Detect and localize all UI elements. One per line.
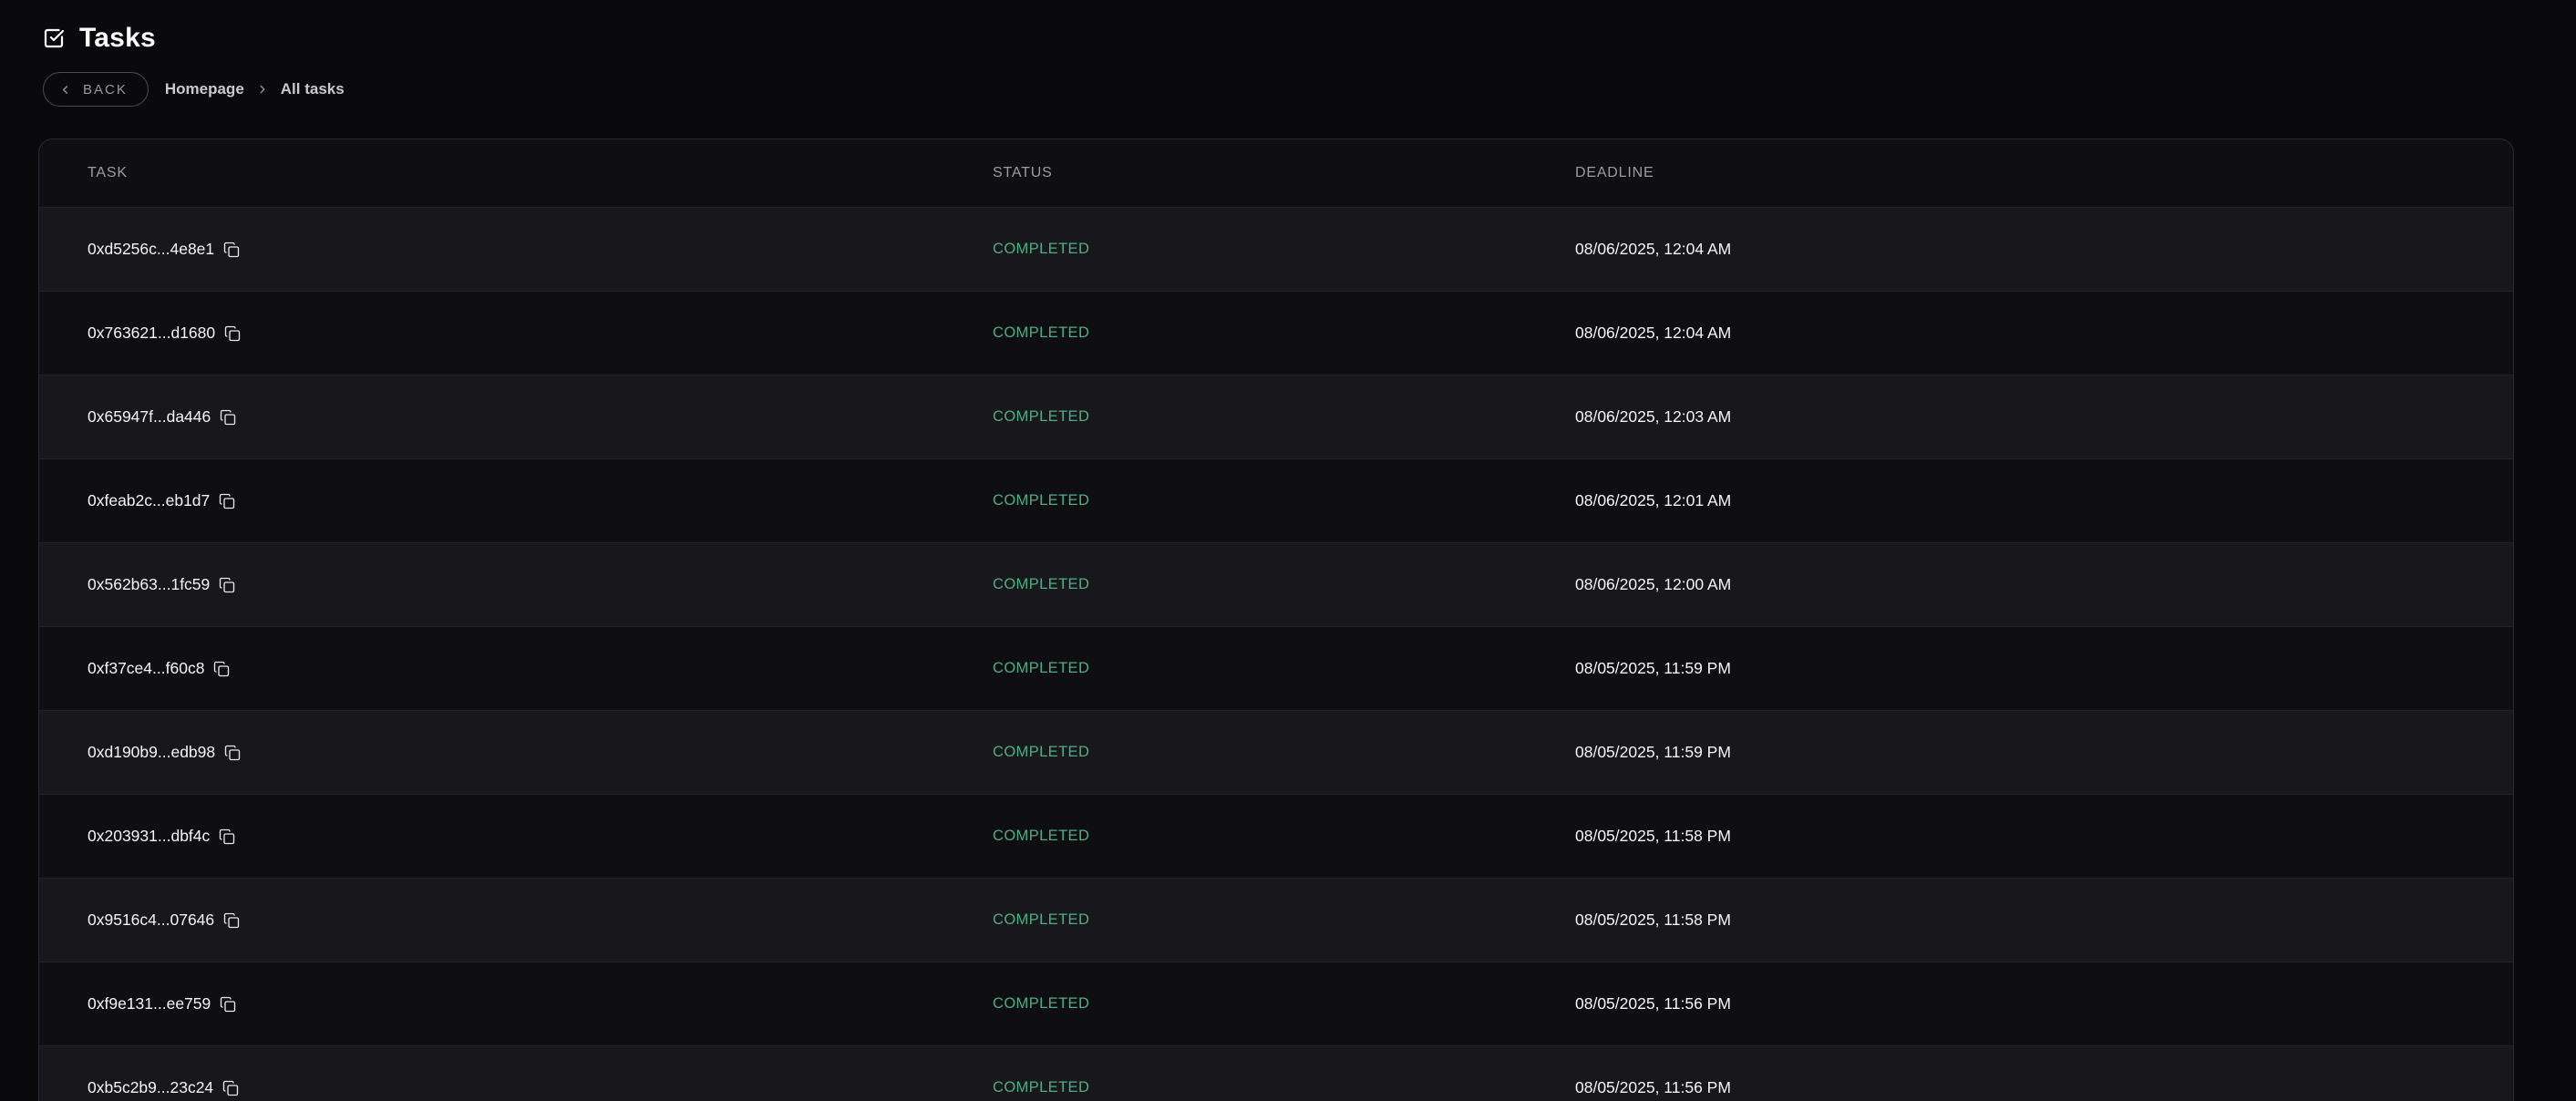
task-id: 0xd190b9...edb98 bbox=[88, 743, 215, 762]
deadline-value: 08/05/2025, 11:59 PM bbox=[1575, 743, 2513, 762]
task-id: 0xd5256c...4e8e1 bbox=[88, 240, 214, 259]
task-cell: 0xd190b9...edb98 bbox=[88, 743, 993, 762]
back-button-label: BACK bbox=[83, 82, 128, 98]
deadline-value: 08/05/2025, 11:58 PM bbox=[1575, 827, 2513, 846]
copy-icon bbox=[219, 828, 235, 845]
deadline-value: 08/06/2025, 12:00 AM bbox=[1575, 575, 2513, 594]
copy-task-id-button[interactable] bbox=[219, 828, 235, 845]
table-body: 0xd5256c...4e8e1 COMPLETED 08/06/2025, 1… bbox=[39, 207, 2513, 1101]
copy-task-id-button[interactable] bbox=[222, 1080, 239, 1096]
status-badge: COMPLETED bbox=[993, 492, 1575, 509]
copy-icon bbox=[219, 577, 235, 593]
task-cell: 0x65947f...da446 bbox=[88, 407, 993, 427]
copy-icon bbox=[223, 242, 240, 258]
breadcrumb-bar: BACK Homepage All tasks bbox=[43, 72, 2576, 107]
task-cell: 0x763621...d1680 bbox=[88, 324, 993, 343]
copy-task-id-button[interactable] bbox=[224, 325, 241, 342]
task-id: 0x9516c4...07646 bbox=[88, 911, 214, 930]
column-header-status: STATUS bbox=[993, 165, 1575, 181]
status-badge: COMPLETED bbox=[993, 408, 1575, 426]
page-title: Tasks bbox=[79, 23, 156, 54]
copy-task-id-button[interactable] bbox=[220, 409, 236, 426]
task-cell: 0xfeab2c...eb1d7 bbox=[88, 491, 993, 510]
status-badge: COMPLETED bbox=[993, 995, 1575, 1013]
breadcrumb: Homepage All tasks bbox=[165, 80, 345, 98]
breadcrumb-homepage[interactable]: Homepage bbox=[165, 80, 244, 98]
copy-icon bbox=[222, 1080, 239, 1096]
copy-icon bbox=[220, 409, 236, 426]
tasks-table: TASK STATUS DEADLINE 0xd5256c...4e8e1 CO… bbox=[38, 139, 2514, 1101]
deadline-value: 08/05/2025, 11:59 PM bbox=[1575, 659, 2513, 678]
breadcrumb-all-tasks[interactable]: All tasks bbox=[281, 80, 345, 98]
task-id: 0xf9e131...ee759 bbox=[88, 994, 211, 1014]
page-header: Tasks bbox=[43, 20, 2576, 57]
copy-icon bbox=[223, 912, 240, 929]
task-cell: 0xd5256c...4e8e1 bbox=[88, 240, 993, 259]
status-badge: COMPLETED bbox=[993, 324, 1575, 342]
task-cell: 0xf9e131...ee759 bbox=[88, 994, 993, 1014]
copy-task-id-button[interactable] bbox=[219, 577, 235, 593]
task-id: 0x763621...d1680 bbox=[88, 324, 215, 343]
copy-task-id-button[interactable] bbox=[220, 996, 236, 1013]
copy-icon bbox=[224, 325, 241, 342]
task-id: 0xf37ce4...f60c8 bbox=[88, 659, 204, 678]
deadline-value: 08/06/2025, 12:04 AM bbox=[1575, 240, 2513, 259]
column-header-deadline: DEADLINE bbox=[1575, 165, 2513, 181]
table-row[interactable]: 0xd190b9...edb98 COMPLETED 08/05/2025, 1… bbox=[39, 710, 2513, 794]
copy-task-id-button[interactable] bbox=[223, 912, 240, 929]
task-id: 0x203931...dbf4c bbox=[88, 827, 210, 846]
status-badge: COMPLETED bbox=[993, 1079, 1575, 1096]
table-row[interactable]: 0xf9e131...ee759 COMPLETED 08/05/2025, 1… bbox=[39, 962, 2513, 1045]
deadline-value: 08/05/2025, 11:58 PM bbox=[1575, 911, 2513, 930]
deadline-value: 08/06/2025, 12:01 AM bbox=[1575, 491, 2513, 510]
status-badge: COMPLETED bbox=[993, 660, 1575, 677]
copy-icon bbox=[220, 996, 236, 1013]
copy-task-id-button[interactable] bbox=[219, 493, 235, 509]
table-row[interactable]: 0xf37ce4...f60c8 COMPLETED 08/05/2025, 1… bbox=[39, 626, 2513, 710]
table-row[interactable]: 0x65947f...da446 COMPLETED 08/06/2025, 1… bbox=[39, 375, 2513, 458]
table-row[interactable]: 0x9516c4...07646 COMPLETED 08/05/2025, 1… bbox=[39, 878, 2513, 962]
copy-task-id-button[interactable] bbox=[213, 661, 230, 677]
copy-icon bbox=[213, 661, 230, 677]
task-cell: 0xb5c2b9...23c24 bbox=[88, 1078, 993, 1097]
table-row[interactable]: 0x763621...d1680 COMPLETED 08/06/2025, 1… bbox=[39, 291, 2513, 375]
status-badge: COMPLETED bbox=[993, 828, 1575, 845]
task-cell: 0x203931...dbf4c bbox=[88, 827, 993, 846]
table-row[interactable]: 0xd5256c...4e8e1 COMPLETED 08/06/2025, 1… bbox=[39, 207, 2513, 291]
copy-task-id-button[interactable] bbox=[223, 242, 240, 258]
status-badge: COMPLETED bbox=[993, 576, 1575, 593]
copy-icon bbox=[219, 493, 235, 509]
task-id: 0x562b63...1fc59 bbox=[88, 575, 210, 594]
table-row[interactable]: 0xfeab2c...eb1d7 COMPLETED 08/06/2025, 1… bbox=[39, 458, 2513, 542]
square-check-icon bbox=[43, 27, 65, 49]
tasks-page: Tasks BACK Homepage All tasks TASK STATU… bbox=[0, 0, 2576, 1101]
chevron-left-icon bbox=[58, 83, 72, 97]
back-button[interactable]: BACK bbox=[43, 72, 149, 107]
status-badge: COMPLETED bbox=[993, 744, 1575, 761]
task-id: 0xb5c2b9...23c24 bbox=[88, 1078, 213, 1097]
table-row[interactable]: 0x203931...dbf4c COMPLETED 08/05/2025, 1… bbox=[39, 794, 2513, 878]
status-badge: COMPLETED bbox=[993, 241, 1575, 258]
copy-icon bbox=[224, 745, 241, 761]
column-header-task: TASK bbox=[88, 165, 993, 181]
table-row[interactable]: 0x562b63...1fc59 COMPLETED 08/06/2025, 1… bbox=[39, 542, 2513, 626]
task-cell: 0xf37ce4...f60c8 bbox=[88, 659, 993, 678]
status-badge: COMPLETED bbox=[993, 911, 1575, 929]
task-id: 0x65947f...da446 bbox=[88, 407, 211, 427]
deadline-value: 08/05/2025, 11:56 PM bbox=[1575, 994, 2513, 1014]
table-row[interactable]: 0xb5c2b9...23c24 COMPLETED 08/05/2025, 1… bbox=[39, 1045, 2513, 1101]
copy-task-id-button[interactable] bbox=[224, 745, 241, 761]
chevron-right-icon bbox=[256, 83, 269, 96]
task-cell: 0x562b63...1fc59 bbox=[88, 575, 993, 594]
deadline-value: 08/06/2025, 12:03 AM bbox=[1575, 407, 2513, 427]
task-cell: 0x9516c4...07646 bbox=[88, 911, 993, 930]
deadline-value: 08/06/2025, 12:04 AM bbox=[1575, 324, 2513, 343]
deadline-value: 08/05/2025, 11:56 PM bbox=[1575, 1078, 2513, 1097]
table-header-row: TASK STATUS DEADLINE bbox=[39, 139, 2513, 207]
task-id: 0xfeab2c...eb1d7 bbox=[88, 491, 210, 510]
